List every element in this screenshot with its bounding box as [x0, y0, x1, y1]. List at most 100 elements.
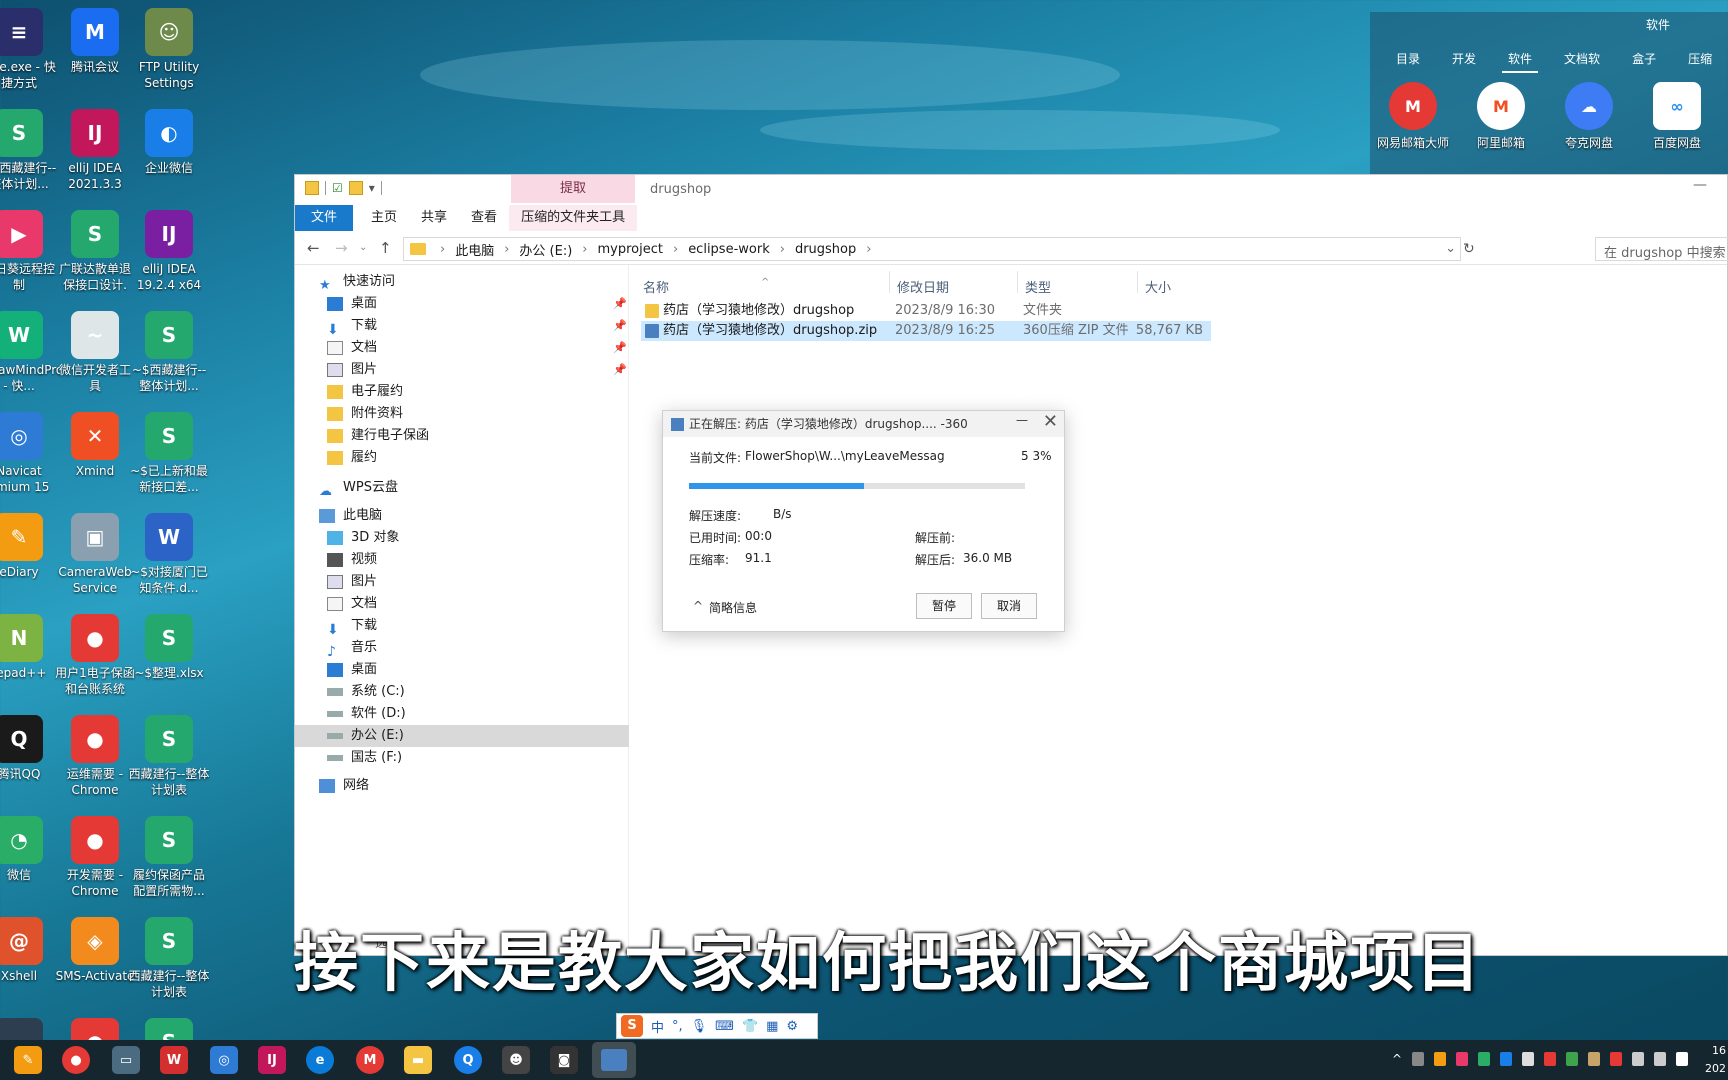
column-divider[interactable] — [1137, 271, 1138, 293]
navicat-icon[interactable]: ◎ — [210, 1046, 238, 1074]
nav-pc-item[interactable]: ♪ 音乐 — [327, 637, 377, 660]
tray-icon[interactable] — [1456, 1052, 1468, 1066]
desktop-icon[interactable]: ◐ 企业微信 — [128, 109, 210, 209]
chevron-up-icon[interactable]: ^ — [1392, 1052, 1402, 1066]
column-divider[interactable] — [889, 271, 890, 293]
refresh-icon[interactable]: ↻ — [1463, 241, 1475, 257]
column-type[interactable]: 类型 — [1025, 277, 1051, 296]
microphone-icon[interactable]: 🎙 — [691, 1019, 708, 1034]
network-icon[interactable] — [1632, 1052, 1644, 1066]
desktop-icon[interactable]: W EdrawMindPro.exe - 快... — [0, 311, 60, 411]
file-row-selected[interactable]: 药店（学习猿地修改）drugshop.zip 2023/8/9 16:25 36… — [641, 321, 1211, 341]
remote-desktop-icon[interactable]: ▭ — [112, 1046, 140, 1074]
widget-tab[interactable]: 开发 — [1446, 46, 1482, 73]
volume-icon[interactable] — [1654, 1052, 1666, 1066]
desktop-icon[interactable]: ~ 微信开发者工具 — [54, 311, 136, 411]
wechat-icon[interactable] — [1478, 1052, 1490, 1066]
desktop-icon[interactable]: S ~$已上新和最新接口差... — [128, 412, 210, 512]
widget-tab[interactable]: 文档软 — [1558, 46, 1606, 73]
desktop-icon[interactable]: ▶ 向日葵远程控制 — [0, 210, 60, 310]
tray-icon[interactable] — [1434, 1052, 1446, 1066]
breadcrumb-drive-e[interactable]: 办公 (E:) — [519, 240, 572, 259]
column-name[interactable]: 名称 — [643, 277, 669, 296]
desktop-icon[interactable]: W ~$对接厦门已知条件.d... — [128, 513, 210, 613]
up-arrow-icon[interactable]: ↑ — [379, 239, 392, 257]
desktop-icon[interactable]: S ~$整理.xlsx — [128, 614, 210, 714]
properties-icon[interactable]: ☑ — [332, 181, 343, 195]
tray-icon[interactable] — [1500, 1052, 1512, 1066]
desktop-icon[interactable]: M 腾讯会议 — [54, 8, 136, 108]
breadcrumb-eclipse-work[interactable]: eclipse-work — [688, 242, 770, 257]
nav-folder[interactable]: 电子履约 — [327, 381, 403, 403]
nav-wps-cloud[interactable]: ☁ WPS云盘 — [319, 477, 398, 499]
chrome-icon[interactable]: ● — [62, 1046, 90, 1074]
tab-file[interactable]: 文件 — [295, 205, 354, 231]
breadcrumb-myproject[interactable]: myproject — [598, 242, 663, 257]
minimize-icon[interactable]: — — [1016, 413, 1028, 427]
nav-pc-item[interactable]: 3D 对象 — [327, 527, 399, 549]
nav-drive-selected[interactable]: 办公 (E:) — [295, 725, 629, 747]
folder-icon[interactable] — [305, 181, 319, 195]
app-icon[interactable]: ☻ — [502, 1046, 530, 1074]
widget-app-baidu-drive[interactable]: ∞ 百度网盘 — [1634, 82, 1720, 151]
search-input[interactable]: 在 drugshop 中搜索 — [1595, 237, 1728, 261]
app-icon[interactable]: ◙ — [550, 1046, 578, 1074]
desktop-icon[interactable]: ◈ SMS-Activate — [54, 917, 136, 1017]
desktop-icon[interactable]: S 履约保函产品配置所需物... — [128, 816, 210, 916]
chevron-up-icon[interactable]: ^ — [693, 599, 703, 613]
desktop-icon[interactable]: S 西藏建行--整体计划表 — [128, 917, 210, 1017]
desktop-icon[interactable]: S 广联达散单退保接口设计. — [54, 210, 136, 310]
desktop-icon[interactable]: ✎ eDiary — [0, 513, 60, 613]
nav-quick-access[interactable]: ★ 快速访问 — [319, 271, 395, 293]
intellij-icon[interactable]: IJ — [258, 1046, 286, 1074]
shield-icon[interactable] — [1566, 1052, 1578, 1066]
desktop-icon[interactable]: ● 开发需要 - Chrome — [54, 816, 136, 916]
widget-tab[interactable]: 盒子 — [1626, 46, 1662, 73]
desktop-icon[interactable]: ≡ ipse.exe - 快捷方式 — [0, 8, 60, 108]
nav-pc-item[interactable]: 文档 — [327, 593, 377, 615]
nav-pc-item[interactable]: 桌面 — [327, 659, 377, 681]
tray-icon[interactable] — [1588, 1052, 1600, 1066]
column-size[interactable]: 大小 — [1145, 277, 1171, 296]
netease-mail-taskbar-icon[interactable]: M — [356, 1046, 384, 1074]
active-archive-app-icon[interactable] — [592, 1042, 636, 1078]
nav-pc-item[interactable]: 视频 — [327, 549, 377, 571]
nav-drive[interactable]: 系统 (C:) — [327, 681, 405, 703]
nav-drive[interactable]: 软件 (D:) — [327, 703, 406, 725]
new-folder-icon[interactable] — [348, 181, 363, 195]
tray-icon[interactable] — [1412, 1052, 1424, 1066]
tab-share[interactable]: 共享 — [409, 205, 459, 231]
desktop-icon[interactable]: ▣ CameraWeb Service — [54, 513, 136, 613]
ime-indicator-icon[interactable] — [1676, 1052, 1688, 1066]
customize-dropdown-icon[interactable]: ▾ — [369, 181, 375, 195]
desktop-icon[interactable]: ◎ Navicat emium 15 — [0, 412, 60, 512]
widget-app-netease-mail[interactable]: M 网易邮箱大师 — [1370, 82, 1456, 151]
widget-tab[interactable]: 压缩 — [1682, 46, 1718, 73]
breadcrumb-this-pc[interactable]: 此电脑 — [455, 240, 494, 259]
nav-drive[interactable]: 国志 (F:) — [327, 747, 402, 769]
edge-icon[interactable]: e — [306, 1046, 334, 1074]
keyboard-icon[interactable]: ⌨ — [715, 1019, 734, 1034]
widget-tab[interactable]: 目录 — [1390, 46, 1426, 73]
desktop-icon[interactable]: ☺ FTP Utility Settings — [128, 8, 210, 108]
tray-icon[interactable] — [1522, 1052, 1534, 1066]
clock[interactable]: 16 202 — [1705, 1042, 1726, 1078]
nav-folder[interactable]: 履约 — [327, 447, 377, 469]
wps-icon[interactable]: W — [160, 1046, 188, 1074]
desktop-icon[interactable]: S 西藏建行--整体计划表 — [128, 715, 210, 815]
widget-app-quark-drive[interactable]: ☁ 夸克网盘 — [1546, 82, 1632, 151]
address-dropdown-icon[interactable]: ⌄ — [1445, 241, 1456, 256]
column-divider[interactable] — [1017, 271, 1018, 293]
tab-compressed-folder-tools[interactable]: 压缩的文件夹工具 — [509, 205, 638, 231]
breadcrumb-drugshop[interactable]: drugshop — [795, 242, 856, 257]
ime-mode-toggle[interactable]: 中 — [651, 1017, 664, 1036]
toolbox-icon[interactable]: ▦ — [766, 1019, 778, 1034]
nav-folder[interactable]: 建行电子保函 — [327, 425, 429, 447]
breadcrumb[interactable]: › 此电脑 › 办公 (E:) › myproject › eclipse-wo… — [403, 237, 1461, 261]
desktop-icon[interactable]: ● 运维需要 - Chrome — [54, 715, 136, 815]
desktop-icon[interactable]: Q 腾讯QQ — [0, 715, 60, 815]
nav-pc-item[interactable]: 图片 — [327, 571, 377, 593]
taskbar-app-icon[interactable]: ✎ — [14, 1046, 42, 1074]
nav-pc-item[interactable]: ⬇ 下载 — [327, 615, 377, 638]
brief-info-toggle[interactable]: 简略信息 — [709, 599, 757, 616]
